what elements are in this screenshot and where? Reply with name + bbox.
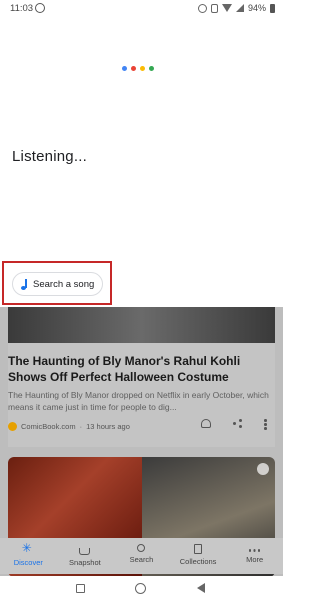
source-separator: · [79,422,83,431]
article-card[interactable]: The Haunting of Bly Manor's Rahul Kohli … [8,307,275,447]
wifi-icon [221,4,232,12]
nav-search[interactable]: Search [113,544,169,564]
article-more-icon[interactable] [264,419,267,430]
home-icon[interactable] [135,583,146,594]
nav-more[interactable]: More [227,544,283,564]
nav-discover[interactable]: Discover [0,541,56,567]
snapshot-icon [79,548,91,555]
music-note-icon [20,278,29,290]
assistant-dots [122,66,154,71]
status-icons: 94% [197,3,275,13]
search-song-button[interactable]: Search a song [12,272,104,296]
more-icon [248,549,261,552]
nav-snapshot-label: Snapshot [69,558,101,567]
signal-icon [235,4,244,12]
heart-icon[interactable] [201,419,211,428]
collections-icon [194,544,203,554]
assistant-dot-red [131,66,136,71]
back-icon[interactable] [197,583,205,593]
status-bar: 11:03 94% [0,0,283,18]
system-nav-bar [0,576,283,600]
assistant-dot-blue [122,66,127,71]
article-source: ComicBook.com · 13 hours ago [8,422,130,431]
nav-collections-label: Collections [179,557,217,566]
search-song-label: Search a song [33,278,95,290]
battery-percent: 94% [247,3,266,13]
alarm-icon [197,3,207,13]
article-time: 13 hours ago [86,422,130,431]
nav-snapshot[interactable]: Snapshot [57,544,113,567]
assistant-dot-yellow [140,66,145,71]
vibrate-icon [210,3,218,13]
discover-feed: The Haunting of Bly Manor's Rahul Kohli … [0,307,283,577]
recents-icon[interactable] [76,584,85,593]
nav-collections[interactable]: Collections [170,544,226,566]
whatsapp-notification-icon [35,3,45,13]
source-name: ComicBook.com [21,422,76,431]
source-logo-icon [8,422,17,431]
status-time: 11:03 [10,3,34,14]
nav-discover-label: Discover [13,558,43,567]
share-icon[interactable] [233,419,242,428]
battery-icon [270,3,275,13]
card-menu-icon[interactable] [257,463,269,475]
search-icon [137,544,146,552]
nav-search-label: Search [129,555,154,564]
assistant-dot-green [149,66,154,71]
listening-text: Listening... [12,148,87,165]
article-snippet: The Haunting of Bly Manor dropped on Net… [8,390,269,412]
article-actions [201,419,267,430]
discover-icon [22,541,34,555]
bottom-nav: Discover Snapshot Search Collections Mor… [0,538,283,574]
nav-more-label: More [246,555,264,564]
article-image [8,307,275,343]
article-title: The Haunting of Bly Manor's Rahul Kohli … [8,354,241,384]
